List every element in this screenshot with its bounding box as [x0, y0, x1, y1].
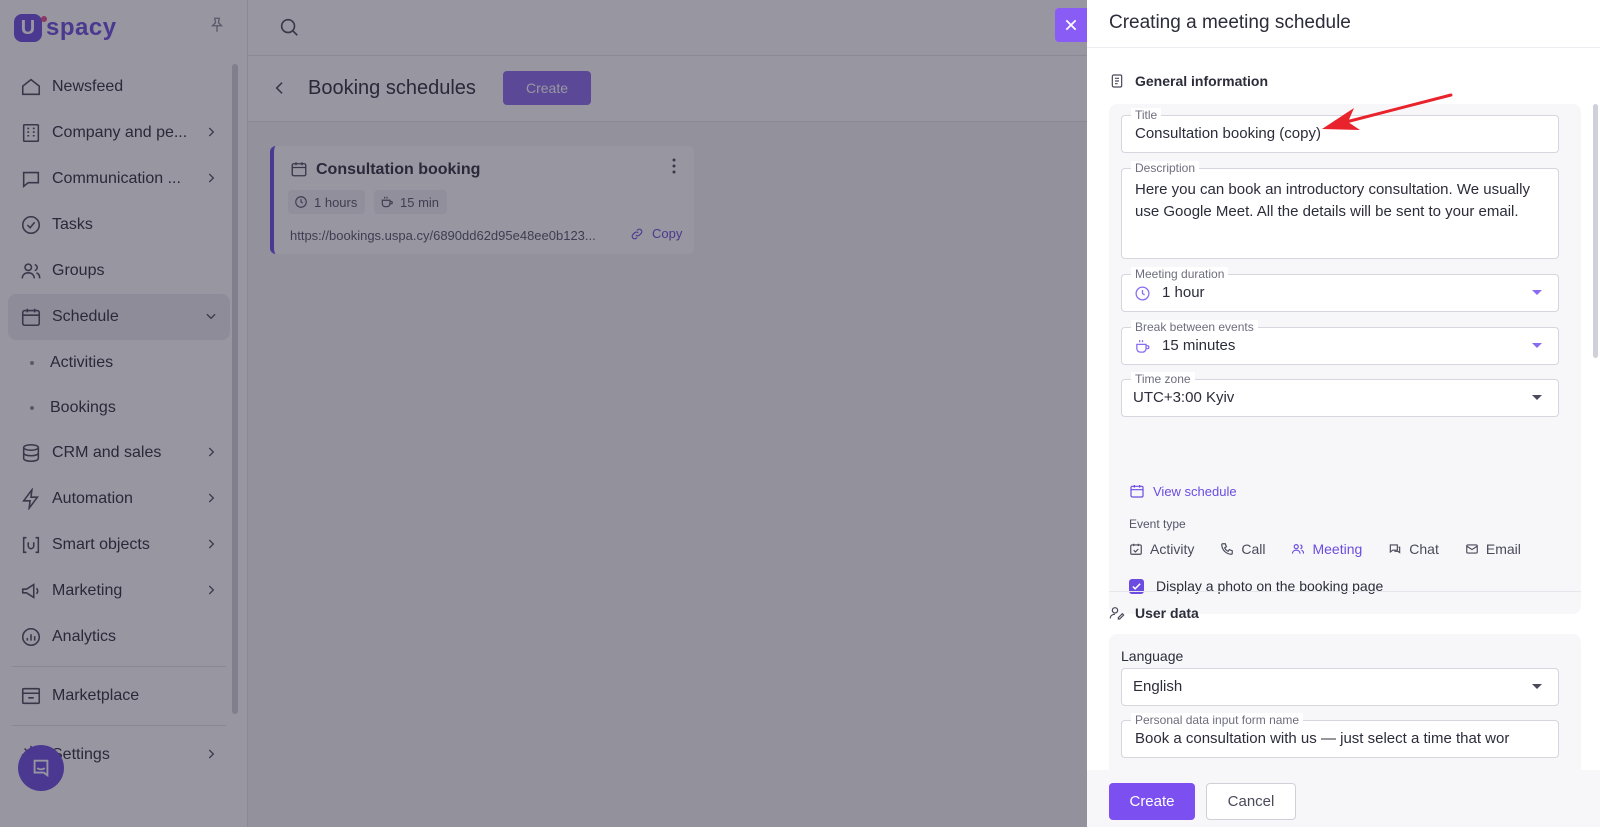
event-type-options: Activity Call Meeting Chat Email	[1129, 538, 1547, 560]
description-field-value[interactable]: Here you can book an introductory consul…	[1135, 179, 1548, 223]
user-data-heading: User data	[1109, 605, 1199, 621]
time-zone-value: UTC+3:00 Kyiv	[1133, 389, 1235, 406]
view-schedule-label: View schedule	[1153, 483, 1237, 499]
clock-icon	[1135, 286, 1150, 301]
break-between-events-label: Break between events	[1131, 320, 1258, 334]
drawer-title: Creating a meeting schedule	[1109, 12, 1351, 33]
meeting-duration-select[interactable]: Meeting duration 1 hour	[1121, 267, 1559, 312]
form-name-label: Personal data input form name	[1131, 713, 1304, 727]
event-type-label-text: Email	[1485, 541, 1521, 557]
language-label: Language	[1121, 648, 1184, 664]
break-between-events-select[interactable]: Break between events 15 minutes	[1121, 320, 1559, 365]
user-data-heading-label: User data	[1135, 605, 1199, 621]
event-type-email[interactable]: Email	[1465, 538, 1521, 560]
annotation-arrow-icon	[1322, 93, 1453, 130]
section-divider	[1109, 591, 1581, 592]
event-type-label-text: Activity	[1150, 541, 1195, 557]
drawer-body: General information Title Consultation b…	[1087, 48, 1600, 770]
meeting-duration-value: 1 hour	[1162, 284, 1205, 301]
language-value: English	[1133, 678, 1183, 695]
event-type-label: Event type	[1129, 517, 1186, 531]
general-info-panel: Title Consultation booking (copy) Descri…	[1109, 104, 1581, 614]
meeting-duration-label: Meeting duration	[1131, 267, 1229, 281]
phone-icon	[1221, 543, 1234, 555]
language-select[interactable]: English	[1121, 668, 1559, 706]
event-type-meeting[interactable]: Meeting	[1291, 538, 1362, 560]
document-icon	[1111, 74, 1123, 88]
event-type-chat[interactable]: Chat	[1388, 538, 1439, 560]
form-name-value[interactable]: Book a consultation with us — just selec…	[1135, 730, 1548, 747]
calendar-check-icon	[1130, 543, 1142, 555]
view-schedule-link[interactable]: View schedule	[1129, 483, 1237, 499]
drawer-header: Creating a meeting schedule	[1087, 0, 1600, 48]
general-info-heading: General information	[1109, 73, 1268, 89]
drawer-footer: Create Cancel	[1087, 770, 1600, 827]
caret-down-icon	[1532, 395, 1542, 400]
drawer-scrollbar[interactable]	[1593, 104, 1598, 358]
create-button[interactable]: Create	[1109, 783, 1195, 820]
event-type-label-text: Call	[1241, 541, 1266, 557]
users-icon	[1292, 544, 1305, 554]
chat-icon	[1390, 544, 1401, 554]
coffee-icon	[1136, 340, 1150, 353]
break-between-events-value: 15 minutes	[1162, 337, 1236, 354]
user-edit-icon	[1109, 607, 1125, 620]
event-type-call[interactable]: Call	[1220, 538, 1265, 560]
time-zone-select[interactable]: Time zone UTC+3:00 Kyiv	[1121, 372, 1559, 417]
description-field-label: Description	[1131, 161, 1200, 175]
close-drawer-button[interactable]	[1055, 8, 1087, 42]
modal-overlay[interactable]	[0, 0, 1087, 827]
title-field-label: Title	[1131, 108, 1162, 122]
cancel-button[interactable]: Cancel	[1206, 783, 1296, 820]
user-data-panel: Language English Personal data input for…	[1109, 634, 1581, 770]
close-icon	[1065, 19, 1077, 31]
caret-down-icon	[1532, 684, 1542, 689]
event-type-activity[interactable]: Activity	[1129, 538, 1194, 560]
background-app: U spacy Newsfeed Company and pe... Commu…	[0, 0, 1087, 827]
form-name-field[interactable]: Personal data input form name Book a con…	[1121, 713, 1559, 758]
caret-down-icon	[1532, 290, 1542, 295]
description-field[interactable]: Description Here you can book an introdu…	[1121, 161, 1559, 259]
event-type-label-text: Meeting	[1312, 541, 1363, 557]
checkmark-icon	[1132, 582, 1141, 590]
caret-down-icon	[1532, 343, 1542, 348]
mail-icon	[1466, 544, 1478, 554]
general-info-heading-label: General information	[1135, 73, 1269, 89]
event-type-label-text: Chat	[1409, 541, 1439, 557]
calendar-icon	[1130, 485, 1144, 498]
time-zone-label: Time zone	[1131, 372, 1195, 386]
